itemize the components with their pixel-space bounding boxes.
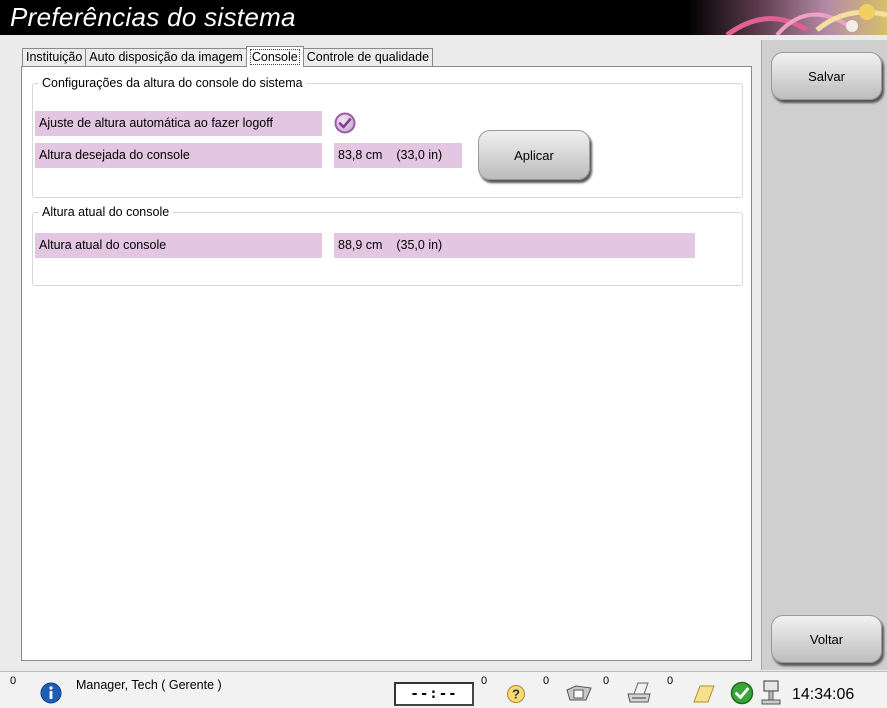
count-notes: 0 bbox=[667, 675, 674, 687]
current-height-label: Altura atual do console bbox=[35, 233, 322, 258]
info-icon[interactable] bbox=[40, 682, 62, 704]
svg-text:?: ? bbox=[512, 687, 520, 702]
tab-console-label: Console bbox=[249, 49, 300, 65]
tab-console[interactable]: Console bbox=[245, 46, 304, 67]
window-title: Preferências do sistema bbox=[10, 2, 296, 32]
main-panel: Configurações da altura do console do si… bbox=[21, 66, 752, 661]
group-legend: Altura atual do console bbox=[39, 205, 173, 219]
count-printer: 0 bbox=[603, 675, 610, 687]
status-bar: 0 Manager, Tech ( Gerente ) --:-- 0 ? 0 … bbox=[0, 671, 887, 708]
count-help: 0 bbox=[481, 675, 488, 687]
back-button[interactable]: Voltar bbox=[771, 615, 882, 663]
ok-check-icon[interactable] bbox=[730, 681, 754, 705]
apply-button[interactable]: Aplicar bbox=[478, 130, 590, 180]
console-icon[interactable] bbox=[758, 678, 784, 706]
auto-adjust-label: Ajuste de altura automática ao fazer log… bbox=[35, 111, 322, 136]
console-height-settings-group: Configurações da altura do console do si… bbox=[32, 76, 743, 198]
clock: 14:34:06 bbox=[792, 686, 855, 703]
current-height-group: Altura atual do console Altura atual do … bbox=[32, 205, 743, 286]
tab-instituicao[interactable]: Instituição bbox=[22, 48, 87, 67]
help-icon[interactable]: ? bbox=[506, 684, 526, 704]
user-name: Manager, Tech ( Gerente ) bbox=[76, 678, 222, 692]
desired-height-value: 83,8 cm (33,0 in) bbox=[334, 143, 462, 168]
tab-auto-disposicao[interactable]: Auto disposição da imagem bbox=[85, 48, 247, 67]
desired-height-label: Altura desejada do console bbox=[35, 143, 322, 168]
group-legend: Configurações da altura do console do si… bbox=[39, 76, 306, 90]
save-button[interactable]: Salvar bbox=[771, 52, 882, 100]
tab-controle-qualidade[interactable]: Controle de qualidade bbox=[302, 48, 434, 67]
title-bar: Preferências do sistema bbox=[0, 0, 887, 35]
notes-icon[interactable] bbox=[690, 682, 716, 704]
current-height-value: 88,9 cm (35,0 in) bbox=[334, 233, 695, 258]
film-icon[interactable] bbox=[564, 682, 594, 704]
timer-display: --:-- bbox=[394, 682, 474, 706]
count-film: 0 bbox=[543, 675, 550, 687]
side-panel: Salvar Voltar bbox=[761, 40, 887, 670]
flower-banner-icon bbox=[687, 0, 887, 35]
auto-adjust-checkbox[interactable] bbox=[334, 112, 356, 134]
status-left-count: 0 bbox=[10, 675, 17, 687]
tab-strip: Instituição Auto disposição da imagem Co… bbox=[22, 46, 434, 67]
printer-icon[interactable] bbox=[624, 680, 654, 704]
